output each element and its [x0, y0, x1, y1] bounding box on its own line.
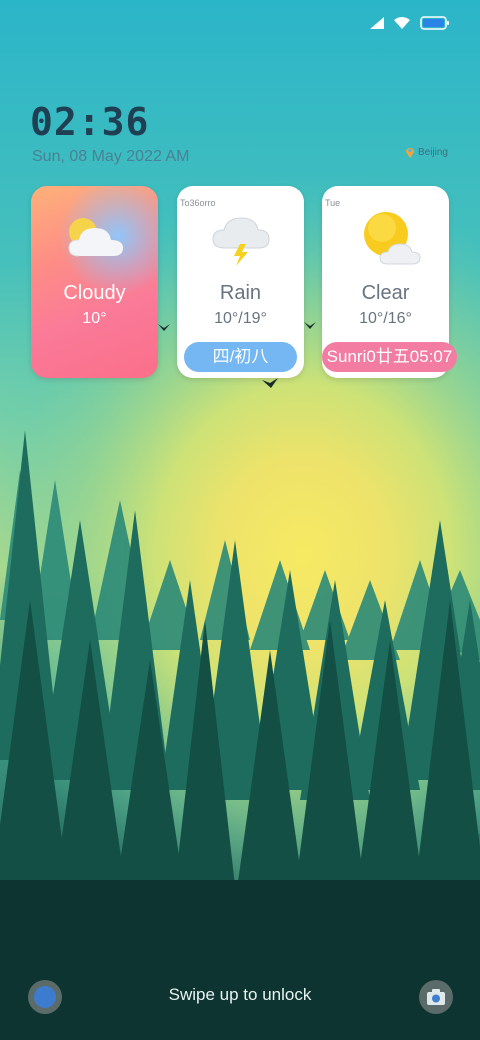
card-day-label: To36orro	[180, 198, 216, 208]
card-temperature: 10°	[82, 310, 107, 327]
weather-card-today[interactable]: Cloudy 10°	[31, 186, 158, 378]
card-condition: Clear	[361, 282, 410, 304]
lockscreen-clock: 02:36	[30, 100, 150, 144]
weather-card-tomorrow[interactable]: To36orro Rain 10°/19° 四/初八	[177, 186, 304, 378]
wifi-icon	[394, 17, 410, 29]
lunar-date-pill: 四/初八	[184, 342, 297, 372]
card-temperature: 10°/19°	[214, 310, 267, 327]
location-indicator: Beijing	[405, 146, 448, 158]
swipe-unlock-hint: Swipe up to unlock	[168, 985, 312, 1004]
card-day-label: Tue	[325, 198, 341, 208]
sunrise-pill: Sunri0廿五05:07	[322, 342, 457, 372]
sun-cloud-icon	[364, 212, 421, 265]
camera-button[interactable]	[419, 980, 453, 1014]
card-temperature: 10°/16°	[359, 310, 412, 327]
weather-card-tuesday[interactable]: Tue Clear 10°/16° Sunri0廿五05:07	[322, 186, 457, 378]
location-label: Beijing	[417, 146, 448, 158]
status-bar	[370, 16, 450, 30]
card-condition: Cloudy	[63, 282, 126, 304]
card-condition: Rain	[219, 282, 262, 304]
thunder-rain-icon	[212, 217, 270, 266]
lockscreen-date: Sun, 08 May 2022 AM	[32, 148, 190, 165]
cloudy-icon	[68, 218, 123, 257]
signal-icon	[370, 17, 384, 29]
location-pin-icon	[405, 148, 414, 158]
camera-icon	[427, 989, 445, 1005]
battery-icon	[420, 16, 449, 30]
